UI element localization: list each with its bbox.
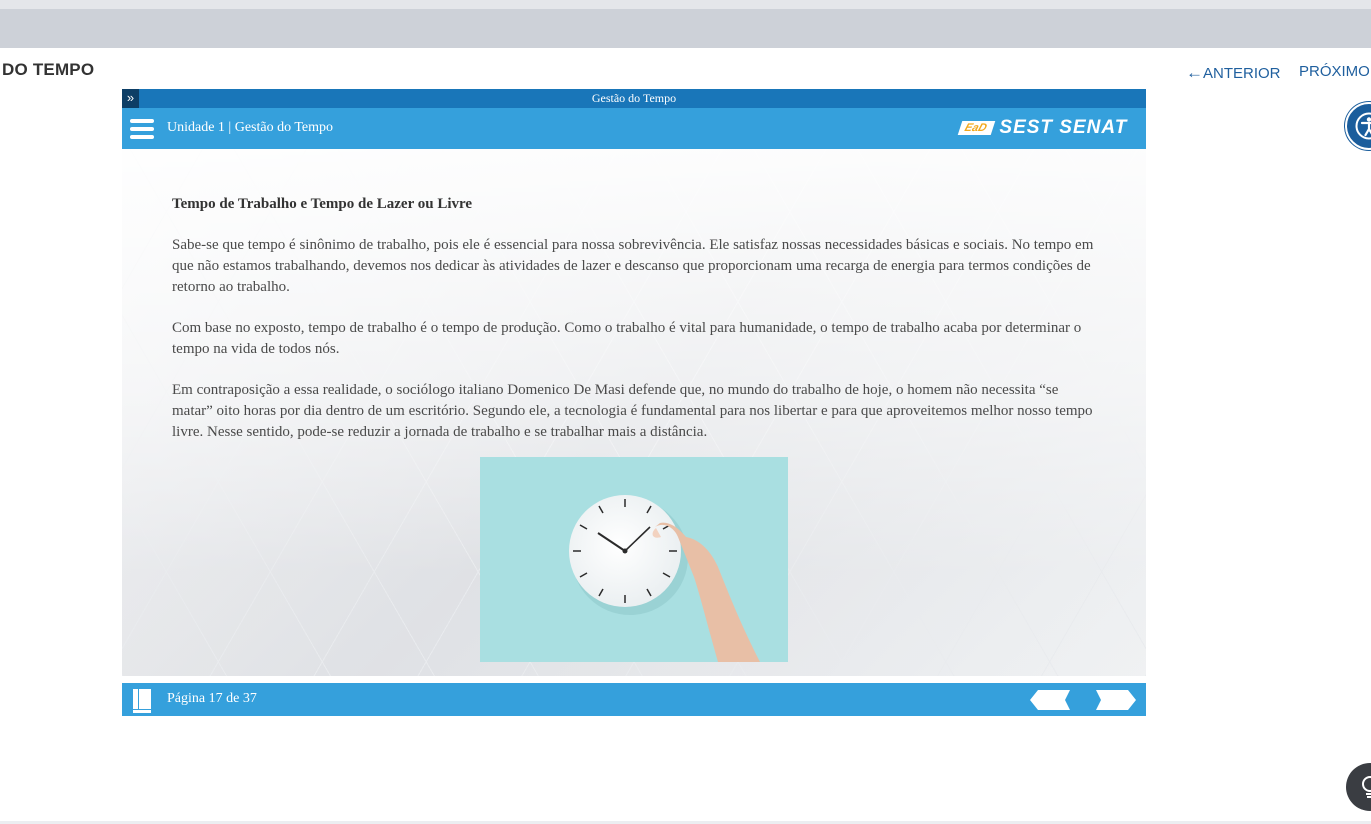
lightbulb-icon [1362,776,1371,798]
lesson-text: Tempo de Trabalho e Tempo de Lazer ou Li… [172,194,1102,463]
player-header: Unidade 1 | Gestão do Tempo EaD SEST SENA… [122,108,1146,149]
browser-top-strip [0,0,1371,9]
lesson-paragraph: Com base no exposto, tempo de trabalho é… [172,320,1082,357]
course-player: Gestão do Tempo » Unidade 1 | Gestão do … [122,89,1146,716]
previous-lesson-label: ANTERIOR [1203,65,1281,82]
lesson-heading: Tempo de Trabalho e Tempo de Lazer ou Li… [172,196,473,212]
clock-with-hand-image [480,457,788,662]
player-footer: Página 17 de 37 [122,680,1146,716]
next-lesson-link[interactable]: PRÓXIMO [1299,63,1370,80]
logo-brand-text: SEST SENAT [999,117,1128,138]
logo-ead-badge: EaD [957,121,996,135]
hamburger-menu-icon[interactable] [130,119,154,139]
previous-page-button[interactable] [1030,690,1070,710]
sest-senat-logo: EaD SEST SENAT [957,117,1128,141]
hint-button[interactable] [1346,763,1371,811]
lesson-content-area[interactable]: Tempo de Trabalho e Tempo de Lazer ou Li… [122,149,1146,676]
page-counter: Página 17 de 37 [167,691,257,706]
double-chevron-right-icon[interactable]: » [122,89,139,108]
player-title: Gestão do Tempo [591,91,677,105]
accessibility-icon [1355,112,1371,140]
lesson-paragraph: Em contraposição a essa realidade, o soc… [172,382,1093,440]
arrow-left-icon: ← [1186,63,1203,82]
next-page-button[interactable] [1096,690,1136,710]
course-title: DO TEMPO [2,60,95,79]
lesson-paragraph: Sabe-se que tempo é sinônimo de trabalho… [172,237,1094,295]
next-lesson-label: PRÓXIMO [1299,63,1370,80]
top-gray-bar [0,9,1371,48]
unit-label: Unidade 1 | Gestão do Tempo [167,120,334,135]
accessibility-button[interactable] [1345,102,1371,150]
player-top-bar: Gestão do Tempo » [122,89,1146,108]
previous-lesson-link[interactable]: ←ANTERIOR [1186,63,1281,83]
book-icon[interactable] [132,689,152,713]
